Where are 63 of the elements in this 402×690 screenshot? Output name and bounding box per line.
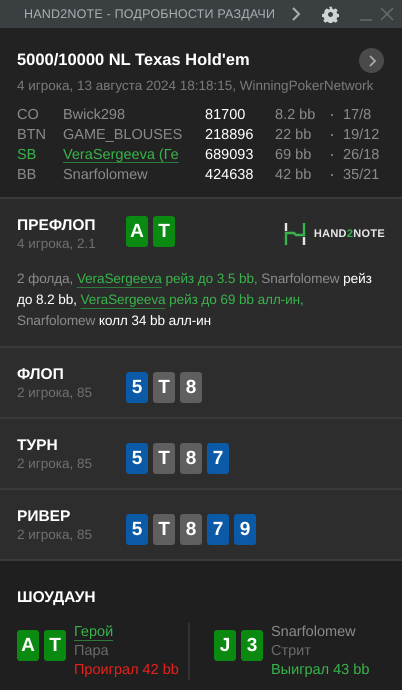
playing-card: T: [153, 514, 175, 545]
playing-card: 8: [180, 443, 202, 474]
logo-text: HAND2NOTE: [314, 228, 385, 240]
hand-result: Проиграл 42 bb: [74, 661, 179, 680]
playing-card: 5: [126, 372, 148, 403]
position-label: BB: [17, 167, 38, 183]
player-name[interactable]: VeraSergeeva (Ге: [63, 147, 205, 163]
street-title: ФЛОП: [17, 366, 65, 384]
player-name: Snarfolomew: [271, 623, 356, 642]
stack-value: 81700: [205, 107, 246, 123]
street-info: 2 игрока, 85: [17, 385, 93, 400]
player-name: GAME_BLOUSES: [63, 127, 184, 143]
hand-combo: Пара: [74, 642, 109, 661]
chevron-right-icon: [368, 54, 376, 66]
street-info: 4 игрока, 2.1: [17, 236, 97, 251]
street-title: ТУРН: [17, 437, 59, 455]
next-hand-button[interactable]: [359, 48, 384, 73]
hand-combo: Стрит: [271, 642, 311, 661]
window-title: HAND2NOTE - ПОДРОБНОСТИ РАЗДАЧИ: [24, 7, 276, 21]
stack-bb: 8.2 bb: [275, 107, 316, 123]
playing-card: A: [17, 630, 39, 661]
stack-bb: 22 bb: [275, 127, 312, 143]
playing-card: T: [153, 216, 175, 247]
playing-card: 9: [234, 514, 256, 545]
logo-icon: [284, 223, 306, 245]
player-stats: 35/21: [343, 167, 380, 183]
playing-card: 5: [126, 443, 148, 474]
hand-title: 5000/10000 NL Texas Hold'em: [17, 51, 250, 70]
position-label: SB: [17, 147, 38, 163]
playing-card: J: [214, 630, 236, 661]
position-label: CO: [17, 107, 40, 123]
street-info: 2 игрока, 85: [17, 527, 93, 542]
player-link[interactable]: Герой: [74, 623, 114, 642]
player-link[interactable]: VeraSergeeva: [80, 292, 166, 307]
stack-value: 689093: [205, 147, 254, 163]
hand-info: 4 игрока, 13 августа 2024 18:18:15, WinningPokerNetwork: [17, 78, 374, 93]
playing-card: 7: [207, 514, 229, 545]
action-text: 2 фолда, VeraSergeeva рейз до 3.5 bb, Snarfolomew рейз до 8.2 bb, VeraSergeeva рейз до 69 bb алл-ин, Snarfolomew колл 34 bb алл-ин: [17, 270, 373, 330]
playing-card: 5: [126, 514, 148, 545]
player-name: Snarfolomew: [63, 167, 149, 183]
street-title: РИВЕР: [17, 508, 72, 526]
playing-card: A: [126, 216, 148, 247]
playing-card: T: [153, 372, 175, 403]
playing-card: T: [153, 443, 175, 474]
stack-value: 424638: [205, 167, 254, 183]
playing-card: T: [44, 630, 66, 661]
player-stats: 19/12: [343, 127, 380, 143]
player-stats: 17/8: [343, 107, 372, 123]
playing-card: 3: [241, 630, 263, 661]
player-stats: 26/18: [343, 147, 380, 163]
playing-card: 7: [207, 443, 229, 474]
stack-bb: 42 bb: [275, 167, 312, 183]
stack-bb: 69 bb: [275, 147, 312, 163]
section-title: ШОУДАУН: [17, 589, 96, 606]
stack-value: 218896: [205, 127, 254, 143]
hand-result: Выиграл 43 bb: [271, 661, 370, 680]
player-link[interactable]: VeraSergeeva: [76, 271, 162, 286]
playing-card: 8: [180, 372, 202, 403]
street-title: ПРЕФЛОП: [17, 217, 97, 235]
playing-card: 8: [180, 514, 202, 545]
position-label: BTN: [17, 127, 47, 143]
player-name: Bwick298: [63, 107, 126, 123]
street-info: 2 игрока, 85: [17, 456, 93, 471]
